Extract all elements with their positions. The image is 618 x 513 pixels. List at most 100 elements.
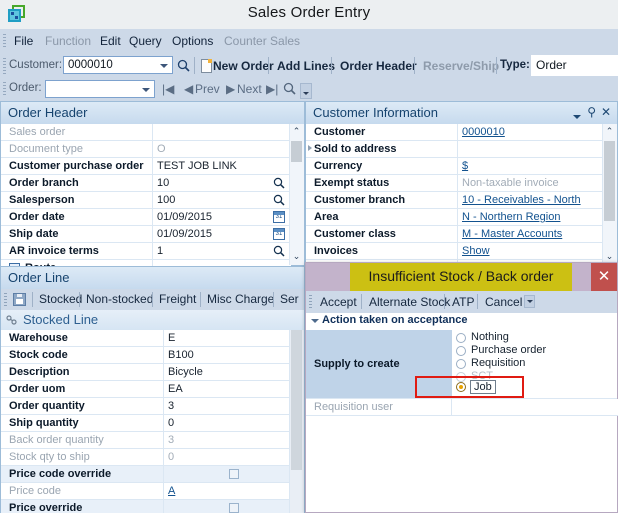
order-header-row-order-branch[interactable]: Order branch 10 (1, 175, 291, 192)
close-icon[interactable]: ✕ (601, 105, 611, 119)
menu-query[interactable]: Query (125, 33, 166, 50)
dialog-overflow-button[interactable] (524, 295, 535, 308)
field-value[interactable]: $ (458, 158, 604, 175)
field-value[interactable]: TEST JOB LINK (153, 158, 291, 175)
menu-edit[interactable]: Edit (96, 33, 125, 50)
ship-date-calendar-icon[interactable]: 31 (273, 228, 285, 240)
scrollbar-thumb[interactable] (291, 330, 302, 470)
type-field[interactable]: Order (531, 55, 618, 76)
field-value[interactable]: 01/09/2015 (153, 209, 291, 226)
customer-search-icon[interactable] (177, 59, 190, 72)
stocked-row-ship-quantity[interactable]: Ship quantity 0 (1, 415, 291, 432)
scrollbar-thumb[interactable] (604, 141, 615, 221)
next-button[interactable]: Next (237, 82, 262, 96)
customer-info-row-customer-branch[interactable]: Customer branch 10 - Receivables - North (306, 192, 604, 209)
stocked-row-description[interactable]: Description Bicycle (1, 364, 291, 381)
field-value[interactable]: B100 (164, 347, 291, 364)
order-header-row-sales-order[interactable]: Sales order (1, 124, 291, 141)
stocked-row-price-code[interactable]: Price code A (1, 483, 291, 500)
field-value[interactable]: 10 (153, 175, 291, 192)
atp-button[interactable]: ATP (447, 294, 479, 310)
field-value[interactable]: 10 - Receivables - North (458, 192, 604, 209)
ar-terms-search-icon[interactable] (273, 245, 285, 257)
tab-non-stocked[interactable]: Non-stocked (82, 292, 157, 307)
customer-info-row-area[interactable]: Area N - Northern Region (306, 209, 604, 226)
customer-info-row-customer-class[interactable]: Customer class M - Master Accounts (306, 226, 604, 243)
field-value[interactable]: Show (458, 243, 604, 260)
radio-purchase-order[interactable] (456, 346, 466, 356)
dialog-close-icon[interactable]: ✕ (591, 263, 617, 291)
alternate-stock-button[interactable]: Alternate Stock (364, 294, 455, 310)
last-record-button[interactable]: ▶| (266, 82, 278, 96)
field-value[interactable]: 3 (164, 398, 291, 415)
chevron-down-icon[interactable] (573, 110, 581, 122)
order-header-row-document-type[interactable]: Document type O (1, 141, 291, 158)
radio-label-requisition[interactable]: Requisition (471, 357, 525, 369)
order-header-row-ship-date[interactable]: Ship date 01/09/2015 31 (1, 226, 291, 243)
stocked-row-warehouse[interactable]: Warehouse E (1, 330, 291, 347)
order-line-scrollbar[interactable] (289, 330, 304, 513)
order-header-row-customer-po[interactable]: Customer purchase order TEST JOB LINK (1, 158, 291, 175)
accept-button[interactable]: Accept (315, 294, 362, 310)
expander-triangle-icon[interactable] (308, 145, 312, 151)
field-value[interactable]: A (164, 483, 291, 500)
price-override-checkbox[interactable] (229, 503, 239, 513)
prev-arrow-icon[interactable]: ◀ (184, 82, 193, 96)
field-value[interactable]: E (164, 330, 291, 347)
prev-button[interactable]: Prev (195, 82, 220, 96)
price-code-override-checkbox[interactable] (229, 469, 239, 479)
customer-info-scrollbar[interactable]: ⌃ ⌄ (602, 124, 617, 265)
stocked-row-stock-code[interactable]: Stock code B100 (1, 347, 291, 364)
field-value[interactable]: 01/09/2015 (153, 226, 291, 243)
customer-info-row-customer[interactable]: Customer 0000010 (306, 124, 604, 141)
radio-label-purchase-order[interactable]: Purchase order (471, 344, 546, 356)
order-header-row-order-date[interactable]: Order date 01/09/2015 31 (1, 209, 291, 226)
action-section-header[interactable]: Action taken on acceptance (306, 313, 617, 331)
customer-info-row-exempt-status[interactable]: Exempt status Non-taxable invoice (306, 175, 604, 192)
field-value[interactable]: 0000010 (458, 124, 604, 141)
scroll-up-icon[interactable]: ⌃ (290, 125, 303, 138)
scrollbar-thumb[interactable] (291, 141, 302, 162)
toolbar-overflow-button[interactable] (300, 83, 312, 99)
field-value[interactable]: 1 (153, 243, 291, 260)
menu-file[interactable]: File (10, 33, 37, 50)
scroll-up-icon[interactable]: ⌃ (603, 125, 616, 138)
field-value[interactable]: 0 (164, 415, 291, 432)
cancel-button[interactable]: Cancel (480, 294, 527, 310)
order-search-icon[interactable] (283, 82, 296, 95)
order-header-row-ar-invoice-terms[interactable]: AR invoice terms 1 (1, 243, 291, 260)
order-header-scrollbar[interactable]: ⌃ ⌄ (289, 124, 304, 265)
customer-combo[interactable]: 0000010 (63, 56, 173, 74)
field-value[interactable]: N - Northern Region (458, 209, 604, 226)
radio-requisition[interactable] (456, 359, 466, 369)
customer-info-row-sold-to-address[interactable]: Sold to address (306, 141, 604, 158)
order-header-row-salesperson[interactable]: Salesperson 100 (1, 192, 291, 209)
order-header-button[interactable]: Order Header (335, 57, 422, 75)
customer-info-row-currency[interactable]: Currency $ (306, 158, 604, 175)
radio-label-nothing[interactable]: Nothing (471, 331, 509, 343)
field-value[interactable]: M - Master Accounts (458, 226, 604, 243)
pin-icon[interactable]: ⚲ (587, 105, 596, 119)
field-value[interactable]: 100 (153, 192, 291, 209)
tab-misc-charge[interactable]: Misc Charge (203, 292, 278, 307)
tab-freight[interactable]: Freight (155, 292, 200, 307)
field-value[interactable]: Bicycle (164, 364, 291, 381)
field-value[interactable]: EA (164, 381, 291, 398)
stocked-row-price-code-override[interactable]: Price code override (1, 466, 291, 483)
order-combo[interactable] (45, 80, 155, 98)
stocked-row-price-override[interactable]: Price override (1, 500, 291, 513)
radio-nothing[interactable] (456, 333, 466, 343)
salesperson-search-icon[interactable] (273, 194, 285, 206)
menu-options[interactable]: Options (168, 33, 217, 50)
order-date-calendar-icon[interactable]: 31 (273, 211, 285, 223)
save-icon[interactable] (13, 293, 26, 306)
first-record-button[interactable]: |◀ (162, 82, 174, 96)
customer-info-row-invoices[interactable]: Invoices Show (306, 243, 604, 260)
next-arrow-icon[interactable]: ▶ (226, 82, 235, 96)
stocked-row-order-quantity[interactable]: Order quantity 3 (1, 398, 291, 415)
triangle-down-icon[interactable] (311, 319, 319, 323)
order-branch-search-icon[interactable] (273, 177, 285, 189)
scroll-down-icon[interactable]: ⌄ (290, 250, 303, 263)
add-lines-button[interactable]: Add Lines (272, 57, 340, 75)
stocked-row-order-uom[interactable]: Order uom EA (1, 381, 291, 398)
